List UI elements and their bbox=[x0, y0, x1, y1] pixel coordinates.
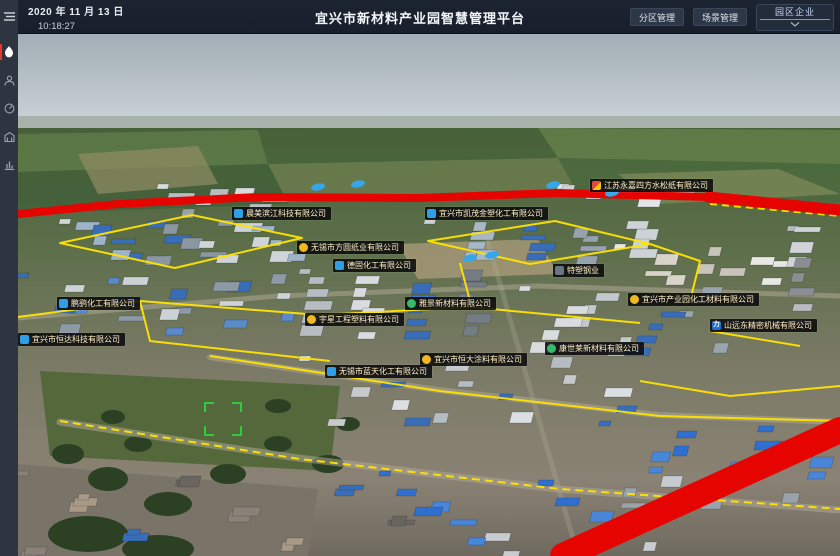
left-toolbar bbox=[0, 0, 18, 556]
blue-marker-icon bbox=[59, 299, 68, 308]
blue-marker-icon bbox=[20, 335, 29, 344]
company-label[interactable]: 德固化工有限公司 bbox=[333, 259, 416, 272]
green-marker-icon bbox=[407, 299, 416, 308]
company-label[interactable]: 宜兴市产业园化工材料有限公司 bbox=[628, 293, 759, 306]
company-label-text: 特塑钢业 bbox=[567, 267, 599, 275]
company-label-text: 雅景新材料有限公司 bbox=[419, 300, 491, 308]
bar-chart-icon[interactable] bbox=[0, 153, 18, 175]
company-label-text: 宜兴市恒大涂料有限公司 bbox=[434, 356, 522, 364]
company-label[interactable]: 鹏鹞化工有限公司 bbox=[57, 297, 140, 310]
company-label[interactable]: 力山远东精密机械有限公司 bbox=[710, 319, 817, 332]
yellow-marker-icon bbox=[630, 295, 639, 304]
blue-marker-icon bbox=[327, 367, 336, 376]
company-label-text: 宜兴市产业园化工材料有限公司 bbox=[642, 296, 754, 304]
company-label-text: 德固化工有限公司 bbox=[347, 262, 411, 270]
dropdown-label: 园区企业 bbox=[757, 5, 833, 19]
user-icon[interactable] bbox=[0, 69, 18, 91]
power-marker-icon: 力 bbox=[712, 321, 721, 330]
datetime-block: 2020 年 11 月 13 日 10:18:27 bbox=[28, 3, 124, 32]
current-date: 2020 年 11 月 13 日 bbox=[28, 3, 124, 18]
company-label-text: 晨美滨江科技有限公司 bbox=[246, 210, 326, 218]
company-label[interactable]: 宜兴市恒大涂料有限公司 bbox=[420, 353, 527, 366]
topbar-actions: 分区管理 场景管理 园区企业 bbox=[630, 0, 834, 34]
company-label[interactable]: 宜兴市恒达科技有限公司 bbox=[18, 333, 125, 346]
current-time: 10:18:27 bbox=[38, 21, 124, 32]
company-label[interactable]: 无锡市方圆纸业有限公司 bbox=[297, 241, 404, 254]
company-label[interactable]: 宜兴市凯茂金塑化工有限公司 bbox=[425, 207, 548, 220]
green-marker-icon bbox=[547, 344, 556, 353]
yellow-marker-icon bbox=[299, 243, 308, 252]
blue-marker-icon bbox=[427, 209, 436, 218]
company-label-text: 山远东精密机械有限公司 bbox=[724, 322, 812, 330]
company-label[interactable]: 江苏永嘉四方水松纸有限公司 bbox=[590, 179, 713, 192]
menu-icon[interactable] bbox=[0, 5, 18, 27]
company-label-text: 无锡市方圆纸业有限公司 bbox=[311, 244, 399, 252]
company-label-text: 江苏永嘉四方水松纸有限公司 bbox=[604, 182, 708, 190]
app-window: 2020 年 11 月 13 日 10:18:27 宜兴市新材料产业园智慧管理平… bbox=[0, 0, 840, 556]
company-label[interactable]: 宇星工程塑料有限公司 bbox=[305, 313, 404, 326]
park-enterprise-dropdown[interactable]: 园区企业 bbox=[756, 4, 834, 31]
company-label[interactable]: 特塑钢业 bbox=[553, 264, 604, 277]
scene-management-button[interactable]: 场景管理 bbox=[693, 8, 747, 26]
flame-icon[interactable] bbox=[0, 41, 18, 63]
company-label-text: 宜兴市恒达科技有限公司 bbox=[32, 336, 120, 344]
blue-marker-icon bbox=[234, 209, 243, 218]
flag-marker-icon bbox=[592, 181, 601, 190]
company-label-text: 宜兴市凯茂金塑化工有限公司 bbox=[439, 210, 543, 218]
company-label[interactable]: 无锡市蓝天化工有限公司 bbox=[325, 365, 432, 378]
company-label[interactable]: 晨美滨江科技有限公司 bbox=[232, 207, 331, 220]
zone-management-button[interactable]: 分区管理 bbox=[630, 8, 684, 26]
top-bar: 2020 年 11 月 13 日 10:18:27 宜兴市新材料产业园智慧管理平… bbox=[0, 0, 840, 34]
gray-marker-icon bbox=[555, 266, 564, 275]
company-label[interactable]: 雅景新材料有限公司 bbox=[405, 297, 496, 310]
blue-marker-icon bbox=[335, 261, 344, 270]
map-3d-view[interactable]: 晨美滨江科技有限公司 宜兴市凯茂金塑化工有限公司无锡市方圆纸业有限公司 江苏永嘉四方… bbox=[18, 34, 840, 556]
company-label-text: 宇星工程塑料有限公司 bbox=[319, 316, 399, 324]
company-label-text: 康世莱新材料有限公司 bbox=[559, 345, 639, 353]
company-label-text: 无锡市蓝天化工有限公司 bbox=[339, 368, 427, 376]
gauge-icon[interactable] bbox=[0, 97, 18, 119]
yellow-marker-icon bbox=[422, 355, 431, 364]
company-label-text: 鹏鹞化工有限公司 bbox=[71, 300, 135, 308]
company-label[interactable]: 康世莱新材料有限公司 bbox=[545, 342, 644, 355]
map-labels-layer: 晨美滨江科技有限公司 宜兴市凯茂金塑化工有限公司无锡市方圆纸业有限公司 江苏永嘉四方… bbox=[18, 34, 840, 556]
chevron-down-icon bbox=[757, 20, 833, 30]
yellow-marker-icon bbox=[307, 315, 316, 324]
factory-icon[interactable] bbox=[0, 125, 18, 147]
